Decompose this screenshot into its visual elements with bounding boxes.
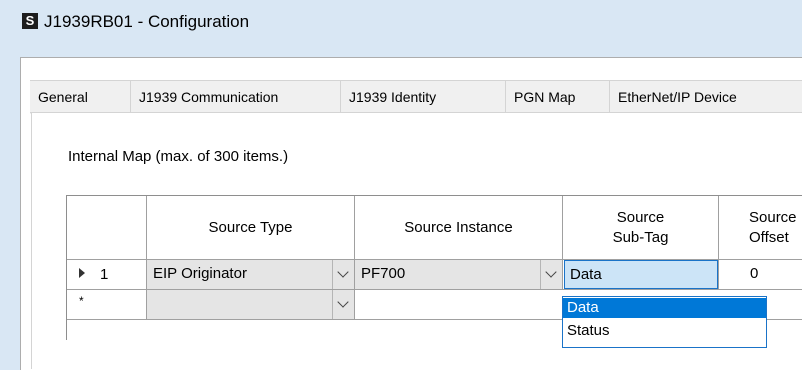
tab-pgn-map[interactable]: PGN Map xyxy=(506,81,610,113)
source-offset-cell[interactable]: 0 xyxy=(719,260,802,290)
dropdown-option-data[interactable]: Data xyxy=(563,298,766,318)
column-header-label: Source Type xyxy=(208,218,293,236)
source-type-combo[interactable]: EIP Originator xyxy=(147,260,355,290)
subtag-dropdown-list: Data Status xyxy=(562,296,767,348)
combo-value: EIP Originator xyxy=(153,265,247,282)
current-row-icon xyxy=(79,268,85,278)
tab-general[interactable]: General xyxy=(30,81,131,113)
source-instance-combo[interactable]: PF700 xyxy=(355,260,563,290)
tab-strip: General J1939 Communication J1939 Identi… xyxy=(30,80,802,114)
window-title: J1939RB01 - Configuration xyxy=(44,12,250,31)
column-header-label: Source xyxy=(616,208,665,226)
row-header[interactable]: 1 xyxy=(67,260,147,290)
combo-dropdown-button[interactable] xyxy=(332,260,354,289)
column-header-label: Source xyxy=(749,208,797,226)
column-header-source-subtag[interactable]: Source Sub-Tag xyxy=(563,196,719,260)
offset-value: 0 xyxy=(750,265,759,282)
tab-j1939-communication[interactable]: J1939 Communication xyxy=(131,81,341,113)
new-row-marker: * xyxy=(79,294,84,308)
combo-value: Data xyxy=(570,266,602,283)
column-header-label: Offset xyxy=(749,228,789,246)
column-header-label: Sub-Tag xyxy=(612,228,669,246)
chevron-down-icon xyxy=(337,266,349,278)
grid-corner xyxy=(67,196,147,260)
column-header-source-instance[interactable]: Source Instance xyxy=(355,196,563,260)
app-icon: S xyxy=(22,13,38,29)
title-bar: S J1939RB01 - Configuration xyxy=(0,0,802,44)
dropdown-option-status[interactable]: Status xyxy=(563,321,766,341)
column-header-source-type[interactable]: Source Type xyxy=(147,196,355,260)
chevron-down-icon xyxy=(545,266,557,278)
row-header[interactable]: * xyxy=(67,290,147,320)
column-header-label: Source Instance xyxy=(404,218,513,236)
row-number: 1 xyxy=(100,266,109,283)
combo-dropdown-button[interactable] xyxy=(540,260,562,289)
combo-value: PF700 xyxy=(361,265,406,282)
source-type-combo[interactable] xyxy=(147,290,355,320)
source-subtag-combo[interactable]: Data xyxy=(564,260,718,289)
tab-ethernet-ip-device[interactable]: EtherNet/IP Device xyxy=(610,81,802,113)
column-header-source-offset[interactable]: Source Offset xyxy=(719,196,802,260)
tab-j1939-identity[interactable]: J1939 Identity xyxy=(341,81,506,113)
combo-dropdown-button[interactable] xyxy=(332,290,354,319)
map-caption: Internal Map (max. of 300 items.) xyxy=(68,148,289,165)
chevron-down-icon xyxy=(337,296,349,308)
